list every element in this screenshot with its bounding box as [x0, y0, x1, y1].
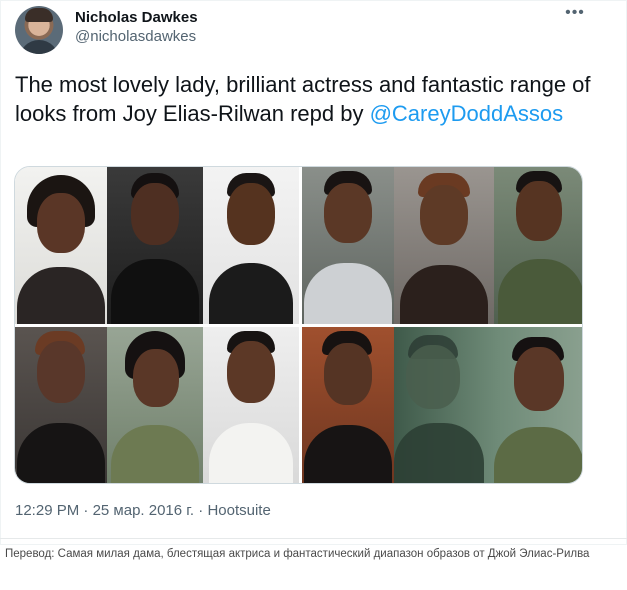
tweet-time[interactable]: 12:29 PM — [15, 502, 79, 519]
avatar-hair — [25, 8, 53, 22]
translation-caption: Перевод: Самая милая дама, блестящая акт… — [5, 548, 590, 560]
meta-separator-2: · — [194, 502, 208, 519]
author-name[interactable]: Nicholas Dawkes — [75, 9, 198, 27]
headshot-photo-6[interactable] — [494, 167, 582, 324]
avatar-shirt — [19, 40, 59, 54]
author-avatar[interactable] — [15, 6, 63, 54]
headshot-photo-2[interactable] — [107, 167, 203, 324]
headshot-photo-8[interactable] — [107, 327, 203, 483]
headshot-photo-7[interactable] — [15, 327, 107, 483]
grid-divider-horizontal — [15, 324, 582, 327]
headshot-photo-9[interactable] — [203, 327, 299, 483]
tweet-card[interactable]: Nicholas Dawkes @nicholasdawkes ••• The … — [0, 0, 627, 545]
meta-separator-1: · — [79, 502, 93, 519]
author-handle[interactable]: @nicholasdawkes — [75, 28, 196, 46]
photo-grid[interactable] — [14, 166, 583, 484]
headshot-photo-5[interactable] — [394, 167, 494, 324]
divider — [0, 538, 627, 539]
headshot-photo-11[interactable] — [394, 327, 582, 483]
more-options-icon[interactable]: ••• — [563, 5, 587, 24]
tweet-source[interactable]: Hootsuite — [207, 502, 270, 519]
headshot-photo-3[interactable] — [203, 167, 299, 324]
mention-link[interactable]: @CareyDoddAssos — [370, 101, 564, 126]
tweet-text: The most lovely lady, brilliant actress … — [15, 70, 605, 128]
headshot-photo-10[interactable] — [302, 327, 394, 483]
tweet-meta: 12:29 PM · 25 мар. 2016 г. · Hootsuite — [15, 502, 271, 520]
headshot-photo-4[interactable] — [302, 167, 394, 324]
tweet-date[interactable]: 25 мар. 2016 г. — [93, 502, 195, 519]
headshot-photo-1[interactable] — [15, 167, 107, 324]
